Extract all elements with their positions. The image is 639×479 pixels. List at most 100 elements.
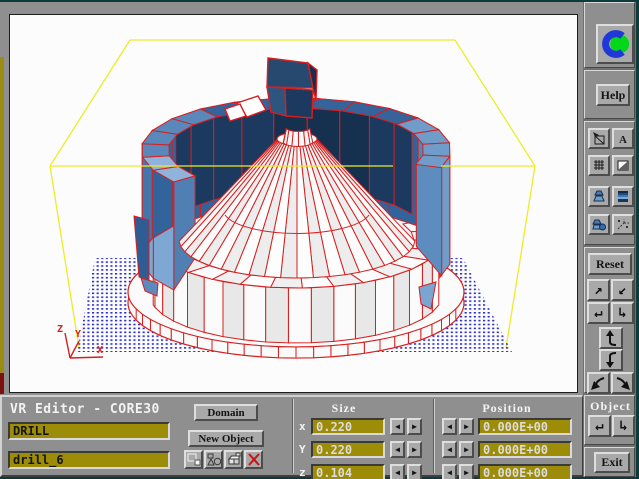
step-right-icon: ▶ [464, 445, 469, 454]
delete-icon [246, 452, 261, 467]
light-sphere-button[interactable] [588, 214, 610, 235]
size-x-increment-button[interactable]: ▶ [407, 418, 422, 435]
light-tool-button[interactable] [588, 186, 610, 207]
size-y-field[interactable]: 0.220 [311, 441, 385, 458]
tools-section: A [584, 121, 635, 245]
object-name-field[interactable]: DRILL [8, 422, 170, 440]
svg-text:A: A [619, 134, 627, 146]
logo-button[interactable] [596, 24, 634, 64]
step-right-icon: ▶ [464, 422, 469, 431]
position-x-increment-button[interactable]: ▶ [459, 418, 474, 435]
primitives-mode-button[interactable] [204, 450, 223, 469]
turn-right-button[interactable]: ↳ [611, 302, 634, 324]
domain-label: Domain [207, 407, 244, 419]
position-x-field[interactable]: 0.000E+00 [478, 418, 572, 435]
orbit-down-right-button[interactable] [611, 372, 634, 394]
orbit-down-left-arrow-icon [590, 375, 607, 392]
orbit-down-left-button[interactable] [587, 372, 610, 394]
position-y-increment-button[interactable]: ▶ [459, 441, 474, 458]
size-z-decrement-button[interactable]: ◀ [390, 464, 405, 479]
size-y-increment-button[interactable]: ▶ [407, 441, 422, 458]
axes-icon [615, 217, 631, 232]
logo-section [584, 2, 635, 68]
select-wireframe-button[interactable] [588, 128, 610, 149]
panel-title: VR Editor - CORE30 [10, 402, 160, 417]
screen-edge-artifact [0, 373, 4, 394]
step-left-icon: ◀ [447, 445, 452, 454]
reset-label: Reset [596, 257, 624, 272]
light-sphere-icon [591, 217, 607, 232]
size-z-increment-button[interactable]: ▶ [407, 464, 422, 479]
position-y-decrement-button[interactable]: ◀ [442, 441, 457, 458]
down-left-arrow-icon: ↙ [618, 282, 626, 298]
smooth-shade-button[interactable] [612, 186, 634, 207]
panel-divider [433, 399, 435, 473]
objects-mode-button[interactable] [224, 450, 243, 469]
step-left-icon: ◀ [395, 445, 400, 454]
vertices-mode-button[interactable] [184, 450, 203, 469]
axes-tool-button[interactable] [612, 214, 634, 235]
exit-button[interactable]: Exit [594, 452, 630, 473]
nav-section: Reset ↗ ↙ ↵ ↳ [584, 247, 635, 393]
help-button[interactable]: Help [596, 84, 630, 106]
primitives-icon [206, 452, 221, 467]
new-object-button[interactable]: New Object [188, 430, 264, 447]
size-z-field[interactable]: 0.104 [311, 464, 385, 479]
pitch-up-button[interactable] [599, 327, 623, 349]
vertices-icon [186, 452, 201, 467]
reset-button[interactable]: Reset [588, 253, 632, 275]
help-section: Help [584, 70, 635, 119]
step-left-icon: ◀ [447, 422, 452, 431]
position-y-field[interactable]: 0.000E+00 [478, 441, 572, 458]
flat-shade-icon [615, 158, 631, 173]
grid-tool-button[interactable] [588, 155, 610, 176]
axis-y-label: Y [75, 329, 81, 340]
panel-divider [292, 399, 294, 473]
delete-button[interactable] [244, 450, 263, 469]
step-right-icon: ▶ [464, 468, 469, 477]
step-left-icon: ◀ [395, 468, 400, 477]
size-z-axis-label: z [299, 466, 311, 479]
turn-left-arrow-icon: ↵ [594, 305, 602, 321]
core-logo-icon [599, 27, 631, 61]
text-label-icon: A [615, 131, 631, 146]
size-y-axis-label: Y [299, 443, 311, 456]
pitch-down-button[interactable] [599, 349, 623, 371]
axis-z-label: Z [57, 324, 63, 335]
size-x-field[interactable]: 0.220 [311, 418, 385, 435]
object-prev-arrow-icon: ↵ [595, 418, 603, 434]
object-id-field[interactable]: drill_6 [8, 451, 170, 469]
flat-shade-button[interactable] [612, 155, 634, 176]
object-label: Object [585, 399, 636, 414]
position-z-increment-button[interactable]: ▶ [459, 464, 474, 479]
zoom-down-left-button[interactable]: ↙ [611, 279, 634, 301]
zoom-up-right-button[interactable]: ↗ [587, 279, 610, 301]
size-x-decrement-button[interactable]: ◀ [390, 418, 405, 435]
object-prev-button[interactable]: ↵ [588, 415, 611, 437]
screen-edge-stripe [0, 57, 4, 373]
object-next-arrow-icon: ↳ [619, 418, 627, 434]
smooth-shade-icon [615, 189, 631, 204]
sidebar: Help A [583, 2, 636, 477]
domain-button[interactable]: Domain [194, 404, 258, 421]
parameter-panel: VR Editor - CORE30 DRILL drill_6 Domain … [0, 395, 583, 477]
turn-left-button[interactable]: ↵ [587, 302, 610, 324]
turn-right-arrow-icon: ↳ [618, 305, 626, 321]
pitch-down-arrow-icon [603, 351, 619, 369]
objects-icon [226, 452, 241, 467]
position-z-decrement-button[interactable]: ◀ [442, 464, 457, 479]
pitch-up-arrow-icon [603, 329, 619, 347]
position-x-decrement-button[interactable]: ◀ [442, 418, 457, 435]
select-wireframe-icon [591, 131, 607, 146]
step-right-icon: ▶ [412, 445, 417, 454]
object-next-button[interactable]: ↳ [612, 415, 635, 437]
vr-editor-window: Z Y X Help [0, 0, 639, 479]
viewport-3d[interactable]: Z Y X [9, 14, 578, 393]
orbit-down-right-arrow-icon [614, 375, 631, 392]
size-y-decrement-button[interactable]: ◀ [390, 441, 405, 458]
text-label-button[interactable]: A [612, 128, 634, 149]
exit-label: Exit [601, 455, 622, 470]
size-x-axis-label: x [299, 420, 311, 433]
position-z-field[interactable]: 0.000E+00 [478, 464, 572, 479]
viewport-frame: Z Y X [0, 2, 583, 395]
